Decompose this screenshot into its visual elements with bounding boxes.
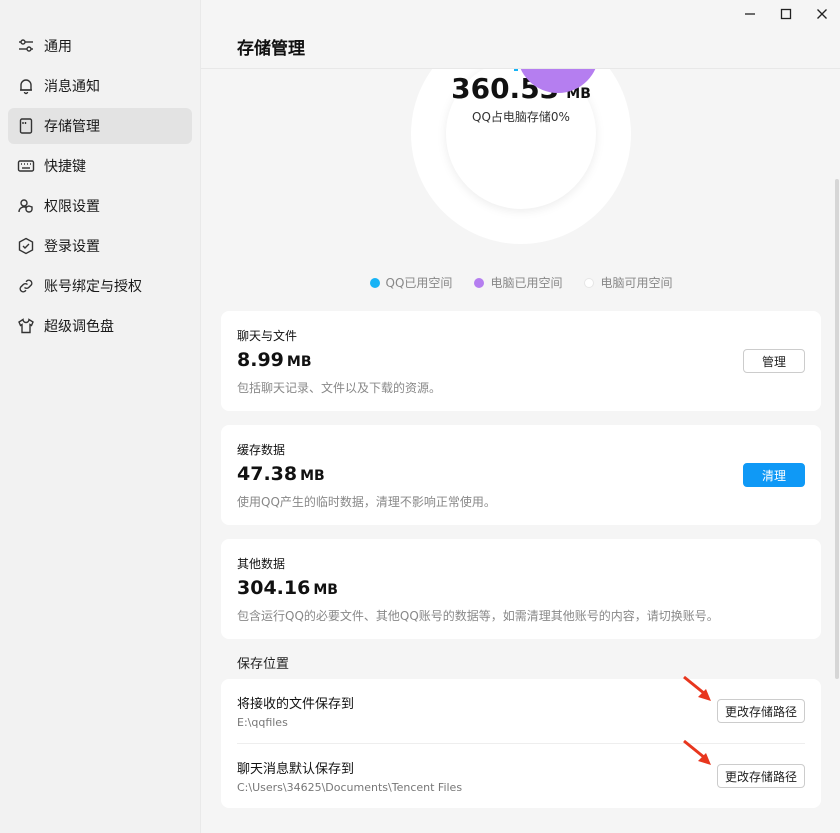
card-title: 其他数据 bbox=[237, 557, 286, 571]
change-path-button[interactable]: 更改存储路径 bbox=[717, 699, 805, 723]
sidebar-item-storage[interactable]: 存储管理 bbox=[8, 108, 192, 144]
legend-label: QQ已用空间 bbox=[385, 276, 453, 290]
section-label-save-location: 保存位置 bbox=[237, 657, 290, 672]
legend-dot bbox=[369, 277, 380, 288]
clean-button[interactable]: 清理 bbox=[743, 463, 805, 487]
chart-legend: QQ已用空间 电脑已用空间 电脑可用空间 bbox=[201, 274, 840, 291]
main-panel: 存储管理 360.53 MB QQ占电脑存储0% QQ已用空间 电脑已用空间 电… bbox=[200, 0, 840, 833]
usage-percent-text: QQ占电脑存储0% bbox=[472, 110, 570, 124]
save-location-row-messages: 聊天消息默认保存到 C:\Users\34625\Documents\Tence… bbox=[221, 744, 821, 808]
sidebar-item-label: 登录设置 bbox=[44, 239, 100, 255]
maximize-button[interactable] bbox=[768, 0, 804, 28]
legend-item-pc-free: 电脑可用空间 bbox=[584, 274, 672, 291]
card-value-unit: MB bbox=[286, 354, 312, 370]
manage-button[interactable]: 管理 bbox=[743, 349, 805, 373]
save-location-row-files: 将接收的文件保存到 E:\qqfiles 更改存储路径 bbox=[221, 679, 821, 743]
sliders-icon bbox=[16, 36, 36, 56]
content-area: 360.53 MB QQ占电脑存储0% QQ已用空间 电脑已用空间 电脑可用空间 bbox=[201, 69, 840, 833]
legend-item-pc-used: 电脑已用空间 bbox=[474, 274, 562, 291]
annotation-arrow-icon bbox=[683, 739, 711, 765]
donut-segment-pc-used-visible bbox=[517, 69, 599, 93]
link-icon bbox=[16, 276, 36, 296]
minimize-button[interactable] bbox=[732, 0, 768, 28]
sidebar-item-label: 快捷键 bbox=[44, 159, 86, 175]
card-value-number: 304.16 bbox=[237, 577, 311, 599]
card-title: 聊天与文件 bbox=[237, 329, 298, 343]
sidebar-item-permissions[interactable]: 权限设置 bbox=[8, 188, 192, 224]
card-value: 8.99 MB bbox=[237, 349, 312, 371]
card-value-unit: MB bbox=[300, 468, 325, 484]
save-location-card: 将接收的文件保存到 E:\qqfiles 更改存储路径 聊天消息默认保存到 C:… bbox=[221, 679, 821, 808]
card-description: 包含运行QQ的必要文件、其他QQ账号的数据等，如需清理其他账号的内容，请切换账号… bbox=[237, 609, 719, 623]
card-cache: 缓存数据 47.38 MB 使用QQ产生的临时数据，清理不影响正常使用。 清理 bbox=[221, 425, 821, 525]
card-value: 47.38 MB bbox=[237, 463, 325, 485]
window-controls bbox=[732, 0, 840, 28]
storage-icon bbox=[16, 116, 36, 136]
close-icon bbox=[817, 9, 827, 19]
card-title: 缓存数据 bbox=[237, 443, 286, 457]
sidebar-item-notifications[interactable]: 消息通知 bbox=[8, 68, 192, 104]
hexagon-shield-icon bbox=[16, 236, 36, 256]
card-description: 使用QQ产生的临时数据，清理不影响正常使用。 bbox=[237, 495, 496, 509]
page-title: 存储管理 bbox=[237, 39, 305, 59]
sidebar-item-label: 存储管理 bbox=[44, 119, 100, 135]
tshirt-icon bbox=[16, 316, 36, 336]
card-description: 包括聊天记录、文件以及下载的资源。 bbox=[237, 381, 442, 395]
close-button[interactable] bbox=[804, 0, 840, 28]
storage-donut: 360.53 MB QQ占电脑存储0% bbox=[411, 69, 631, 244]
card-chat-files: 聊天与文件 8.99 MB 包括聊天记录、文件以及下载的资源。 管理 bbox=[221, 311, 821, 411]
save-location-path: E:\qqfiles bbox=[237, 716, 288, 729]
minimize-icon bbox=[745, 13, 755, 15]
legend-label: 电脑可用空间 bbox=[600, 276, 673, 290]
sidebar-item-general[interactable]: 通用 bbox=[8, 28, 192, 64]
maximize-icon bbox=[780, 8, 792, 20]
sidebar-item-shortcuts[interactable]: 快捷键 bbox=[8, 148, 192, 184]
donut-segment-qq-used bbox=[514, 69, 518, 71]
sidebar-item-palette[interactable]: 超级调色盘 bbox=[8, 308, 192, 344]
save-location-path: C:\Users\34625\Documents\Tencent Files bbox=[237, 781, 463, 794]
annotation-arrow-icon bbox=[683, 675, 711, 701]
card-value: 304.16 MB bbox=[237, 577, 338, 599]
sidebar-item-login[interactable]: 登录设置 bbox=[8, 228, 192, 264]
legend-label: 电脑已用空间 bbox=[490, 276, 563, 290]
legend-dot bbox=[474, 277, 485, 288]
card-value-number: 47.38 bbox=[237, 463, 298, 485]
card-value-unit: MB bbox=[313, 582, 338, 598]
card-value-number: 8.99 bbox=[237, 349, 284, 371]
sidebar-item-label: 通用 bbox=[44, 39, 72, 55]
user-shield-icon bbox=[16, 196, 36, 216]
keyboard-icon bbox=[16, 156, 36, 176]
scrollbar[interactable] bbox=[835, 179, 839, 679]
sidebar-item-account-binding[interactable]: 账号绑定与授权 bbox=[8, 268, 192, 304]
sidebar-item-label: 消息通知 bbox=[44, 79, 100, 95]
sidebar-item-label: 超级调色盘 bbox=[44, 319, 114, 335]
change-path-button[interactable]: 更改存储路径 bbox=[717, 764, 805, 788]
card-other-data: 其他数据 304.16 MB 包含运行QQ的必要文件、其他QQ账号的数据等，如需清… bbox=[221, 539, 821, 639]
sidebar-item-label: 账号绑定与授权 bbox=[44, 279, 142, 295]
legend-dot bbox=[584, 277, 595, 288]
legend-item-qq-used: QQ已用空间 bbox=[369, 274, 453, 291]
sidebar: 通用 消息通知 存储管理 快捷键 权限设置 登录设置 账号绑定与授权 超级调色盘 bbox=[0, 0, 200, 833]
save-location-label: 聊天消息默认保存到 bbox=[237, 762, 355, 777]
save-location-label: 将接收的文件保存到 bbox=[237, 697, 355, 712]
sidebar-item-label: 权限设置 bbox=[44, 199, 100, 215]
bell-icon bbox=[16, 76, 36, 96]
